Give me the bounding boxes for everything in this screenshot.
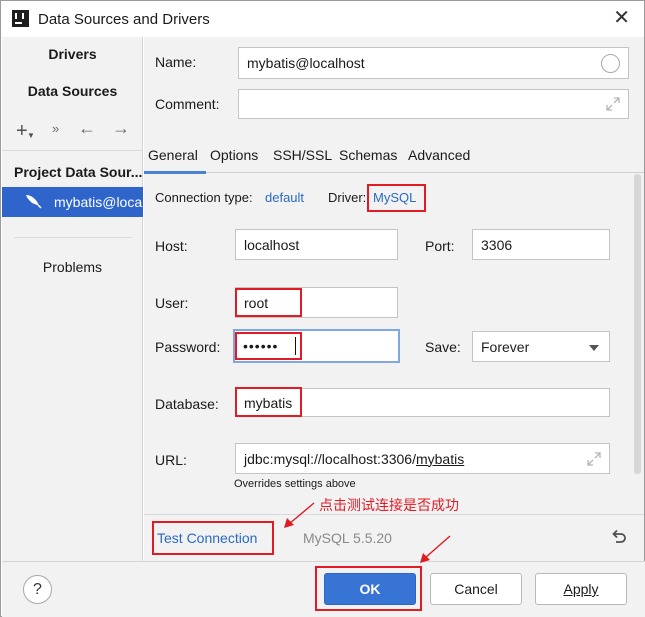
tab-general[interactable]: General bbox=[148, 147, 198, 163]
tab-data-sources[interactable]: Data Sources bbox=[2, 83, 143, 99]
left-panel: Drivers Data Sources + ▼ » ← → Project D… bbox=[2, 37, 143, 561]
left-toolbar: + ▼ » ← → bbox=[2, 117, 143, 145]
port-label: Port: bbox=[425, 238, 455, 254]
port-value: 3306 bbox=[481, 236, 513, 253]
ok-button[interactable]: OK bbox=[324, 573, 416, 605]
chevron-down-icon bbox=[589, 345, 599, 351]
save-select[interactable]: Forever bbox=[472, 331, 610, 362]
dialog-footer: ? OK Cancel Apply bbox=[2, 561, 645, 617]
text-cursor bbox=[295, 337, 296, 355]
divider bbox=[2, 150, 143, 151]
sidebar-item-mybatis[interactable]: mybatis@local bbox=[2, 187, 143, 217]
expand-icon[interactable] bbox=[586, 451, 602, 467]
dialog-window: Data Sources and Drivers ✕ Drivers Data … bbox=[0, 0, 645, 617]
expand-icon[interactable] bbox=[605, 96, 621, 112]
driver-version: MySQL 5.5.20 bbox=[303, 530, 392, 546]
help-button[interactable]: ? bbox=[23, 575, 52, 604]
add-icon[interactable]: + bbox=[16, 120, 28, 143]
tab-advanced[interactable]: Advanced bbox=[408, 147, 470, 163]
divider bbox=[14, 237, 132, 238]
window-title: Data Sources and Drivers bbox=[38, 11, 210, 28]
tab-problems[interactable]: Problems bbox=[2, 259, 143, 275]
host-value: localhost bbox=[244, 236, 300, 253]
save-label: Save: bbox=[425, 339, 461, 355]
save-value: Forever bbox=[481, 338, 530, 355]
tab-ssh-ssl[interactable]: SSH/SSL bbox=[273, 147, 332, 163]
url-hint: Overrides settings above bbox=[234, 478, 356, 490]
scroll-thumb[interactable] bbox=[634, 174, 641, 474]
password-label: Password: bbox=[155, 339, 221, 355]
mysql-dolphin-icon bbox=[26, 195, 42, 209]
bottom-strip: Test Connection MySQL 5.5.20 bbox=[144, 514, 644, 561]
driver-label: Driver: bbox=[328, 190, 367, 205]
close-icon[interactable]: ✕ bbox=[613, 7, 630, 29]
back-arrow-icon[interactable]: ← bbox=[78, 118, 96, 139]
sidebar-item-label: mybatis@local bbox=[54, 194, 143, 210]
connection-type-link[interactable]: default bbox=[265, 190, 304, 205]
name-input[interactable]: mybatis@localhost bbox=[238, 47, 629, 79]
connection-type-label: Connection type: bbox=[155, 190, 253, 205]
comment-label: Comment: bbox=[155, 96, 220, 112]
password-value: •••••• bbox=[243, 338, 279, 354]
database-value: mybatis bbox=[244, 394, 293, 411]
more-icon[interactable]: » bbox=[52, 121, 59, 136]
host-label: Host: bbox=[155, 238, 188, 254]
database-label: Database: bbox=[155, 396, 219, 412]
intellij-app-icon bbox=[12, 10, 29, 27]
database-input[interactable]: mybatis bbox=[235, 388, 610, 417]
url-database: mybatis bbox=[415, 450, 465, 467]
port-input[interactable]: 3306 bbox=[472, 229, 610, 260]
color-circle-icon[interactable] bbox=[601, 54, 620, 73]
settings-tabs: General Options SSH/SSL Schemas Advanced bbox=[144, 139, 644, 174]
annotation-text: 点击测试连接是否成功 bbox=[319, 498, 459, 514]
comment-input[interactable] bbox=[238, 89, 629, 119]
cancel-button[interactable]: Cancel bbox=[430, 573, 522, 605]
url-prefix: jdbc:mysql://localhost:3306/ bbox=[244, 450, 416, 467]
general-settings: Connection type: default Driver: MySQL H… bbox=[144, 174, 631, 514]
right-panel: Name: mybatis@localhost Comment: General… bbox=[144, 37, 644, 561]
driver-link[interactable]: MySQL bbox=[373, 190, 416, 205]
password-input[interactable]: •••••• bbox=[233, 329, 400, 363]
url-label: URL: bbox=[155, 452, 187, 468]
group-project-data-sources[interactable]: Project Data Sour... bbox=[14, 164, 142, 180]
undo-icon[interactable] bbox=[610, 528, 628, 546]
host-input[interactable]: localhost bbox=[235, 229, 398, 260]
forward-arrow-icon[interactable]: → bbox=[112, 118, 130, 139]
test-connection-link[interactable]: Test Connection bbox=[157, 530, 257, 546]
user-value: root bbox=[244, 294, 269, 311]
tab-drivers[interactable]: Drivers bbox=[2, 46, 143, 62]
tab-options[interactable]: Options bbox=[210, 147, 258, 163]
user-label: User: bbox=[155, 295, 189, 311]
url-input[interactable]: jdbc:mysql://localhost:3306/mybatis bbox=[235, 443, 610, 474]
title-bar: Data Sources and Drivers ✕ bbox=[1, 1, 644, 37]
add-dropdown-icon[interactable]: ▼ bbox=[27, 131, 35, 140]
user-input[interactable]: root bbox=[235, 287, 398, 318]
scrollbar[interactable] bbox=[631, 174, 644, 514]
apply-button[interactable]: Apply bbox=[535, 573, 627, 605]
name-value: mybatis@localhost bbox=[247, 55, 365, 71]
name-label: Name: bbox=[155, 54, 197, 70]
tab-schemas[interactable]: Schemas bbox=[339, 147, 397, 163]
